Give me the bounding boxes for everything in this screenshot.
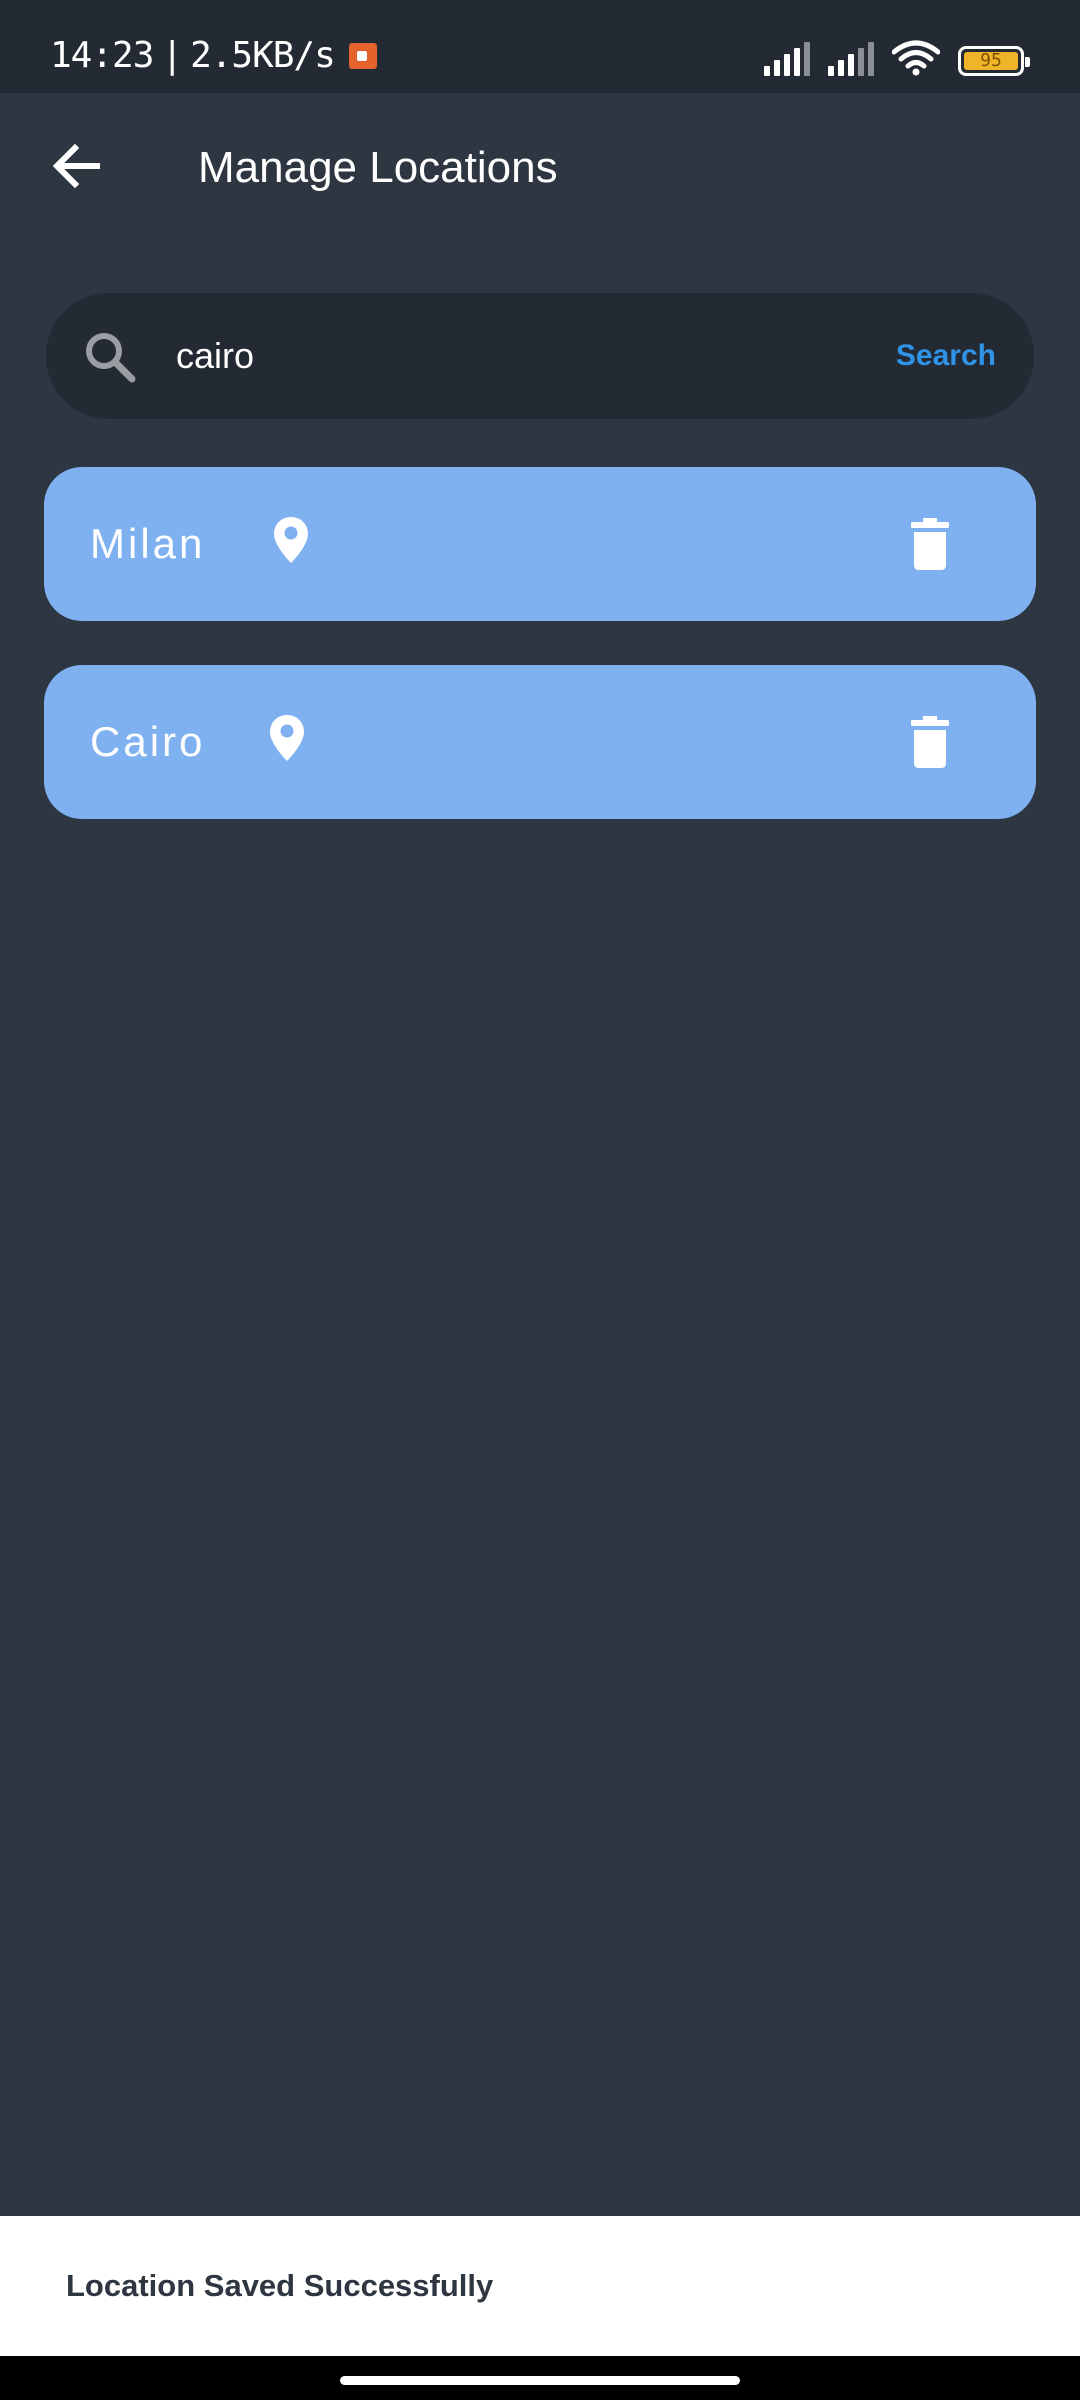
location-name: Cairo (90, 718, 206, 765)
delete-button[interactable] (902, 513, 958, 575)
trash-icon (911, 716, 949, 768)
trash-icon (911, 518, 949, 570)
back-button[interactable] (44, 133, 110, 199)
status-right: 95 (764, 40, 1030, 76)
home-indicator[interactable] (340, 2376, 740, 2385)
location-pin-icon (274, 517, 308, 563)
system-nav-bar (0, 2356, 1080, 2400)
search-input[interactable] (176, 326, 776, 386)
battery-level: 95 (964, 52, 1018, 70)
search-bar: Search (46, 293, 1034, 419)
app-bar: Manage Locations (0, 93, 1080, 243)
status-separator: | (161, 35, 183, 76)
arrow-left-icon (53, 144, 100, 188)
location-name: Milan (90, 520, 206, 567)
screen-record-icon (348, 43, 377, 69)
manage-locations-screen: 14:23 | 2.5KB/s 95 Manage Locations cair… (0, 0, 1080, 2400)
location-card-milan[interactable]: Milan (44, 467, 1036, 621)
location-pin-icon (270, 715, 304, 761)
status-bar: 14:23 | 2.5KB/s 95 (0, 0, 1080, 93)
wifi-icon (892, 40, 940, 76)
delete-button[interactable] (902, 711, 958, 773)
battery-icon: 95 (958, 46, 1030, 76)
status-left: 14:23 | 2.5KB/s (50, 36, 377, 76)
location-card-cairo[interactable]: Cairo (44, 665, 1036, 819)
search-button[interactable]: Search (896, 331, 996, 381)
snackbar: Location Saved Successfully (0, 2216, 1080, 2356)
status-time: 14:23 (50, 35, 154, 76)
page-title: Manage Locations (198, 143, 558, 192)
signal-icon (828, 42, 874, 76)
search-icon (86, 333, 136, 383)
signal-icon (764, 42, 810, 76)
snackbar-message: Location Saved Successfully (66, 2268, 494, 2303)
network-speed: 2.5KB/s (190, 35, 336, 76)
